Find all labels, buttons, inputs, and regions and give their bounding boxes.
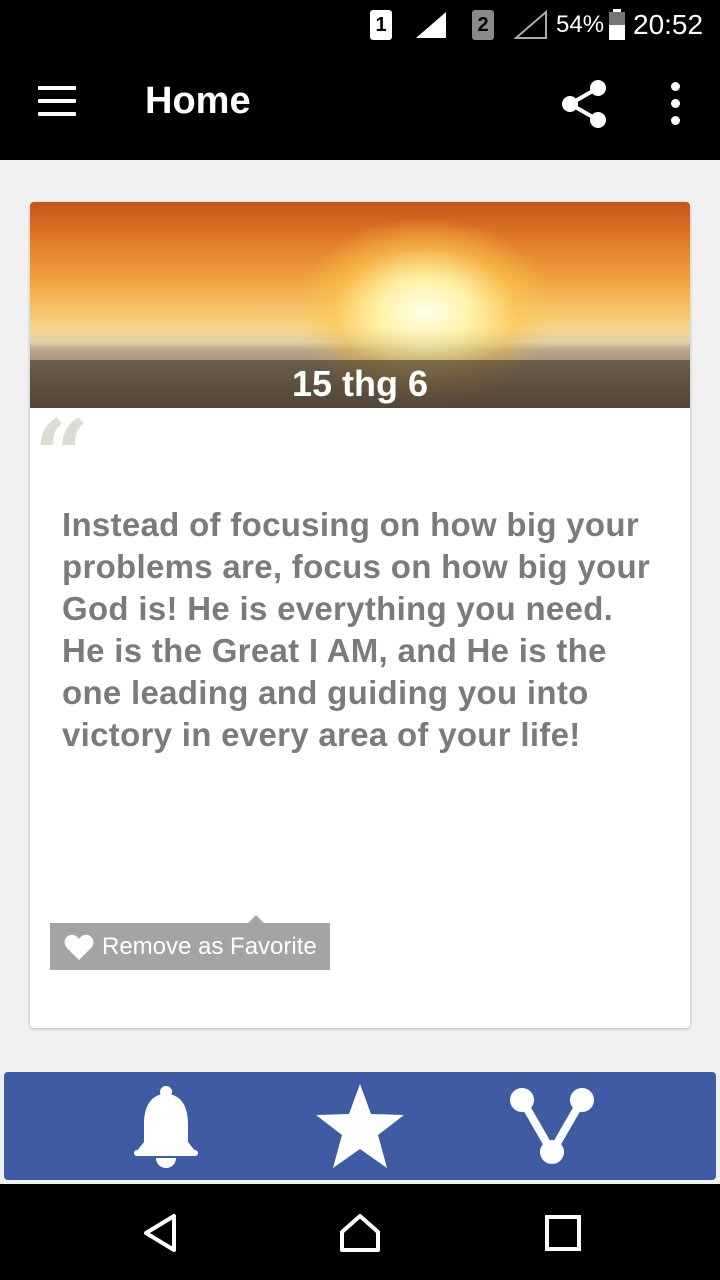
battery-icon bbox=[608, 0, 626, 50]
heart-icon bbox=[64, 934, 94, 960]
date-label: 15 thg 6 bbox=[291, 363, 429, 404]
clock: 20:52 bbox=[633, 9, 704, 40]
sim1-indicator: 1 bbox=[370, 0, 392, 50]
sunset-image: 15 thg 6 bbox=[30, 202, 690, 408]
sim2-badge: 2 bbox=[472, 10, 494, 40]
sim2-indicator: 2 bbox=[472, 0, 494, 50]
sim1-badge: 1 bbox=[370, 10, 392, 40]
back-icon[interactable] bbox=[140, 1212, 182, 1254]
signal-empty-icon bbox=[514, 0, 548, 50]
signal-icon bbox=[414, 0, 448, 50]
system-nav-bar bbox=[0, 1184, 720, 1280]
page-title: Home bbox=[145, 80, 251, 122]
app-bar: Home bbox=[0, 50, 720, 160]
date-banner: 15 thg 6 bbox=[30, 360, 690, 408]
star-icon[interactable] bbox=[312, 1072, 408, 1180]
home-icon[interactable] bbox=[339, 1212, 381, 1254]
quote-text: Instead of focusing on how big your prob… bbox=[62, 506, 651, 753]
share-nodes-icon[interactable] bbox=[504, 1072, 600, 1180]
share-icon[interactable] bbox=[558, 76, 610, 132]
status-bar: 1 2 54% 20:52 bbox=[0, 0, 720, 50]
bell-icon[interactable] bbox=[124, 1072, 208, 1180]
battery-percent: 54% bbox=[556, 11, 605, 38]
menu-icon[interactable] bbox=[38, 86, 76, 118]
quote-mark-icon: “ bbox=[34, 399, 90, 512]
favorite-label: Remove as Favorite bbox=[102, 932, 317, 960]
more-vert-icon[interactable] bbox=[664, 82, 688, 126]
recents-icon[interactable] bbox=[542, 1212, 584, 1254]
bottom-toolbar bbox=[4, 1072, 716, 1180]
quote-card: 15 thg 6 “ Instead of focusing on how bi… bbox=[30, 202, 690, 1028]
remove-favorite-button[interactable]: Remove as Favorite bbox=[50, 915, 330, 970]
